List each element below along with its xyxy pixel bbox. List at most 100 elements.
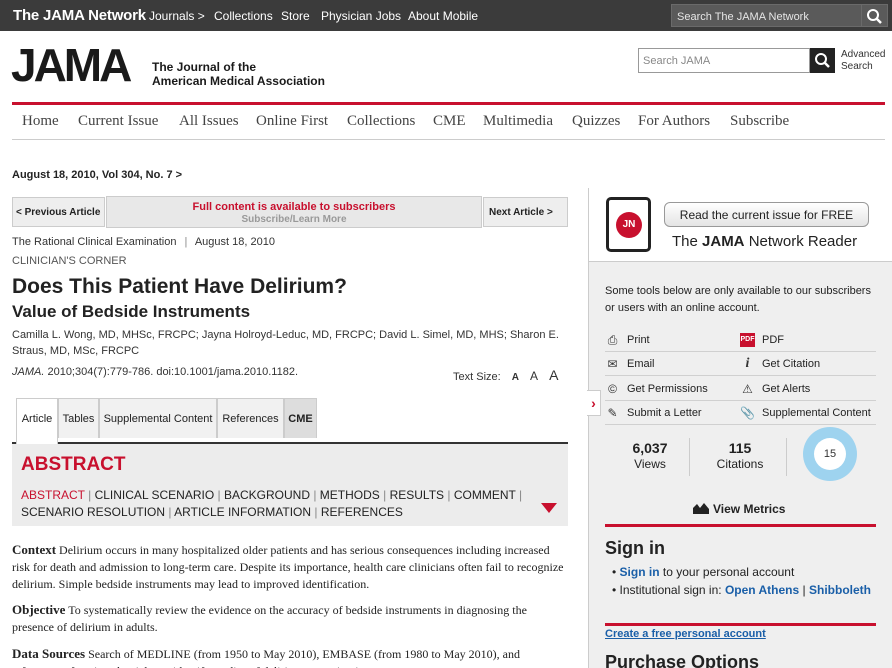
email-icon: ✉ <box>607 357 618 371</box>
create-account-link[interactable]: Create a free personal account <box>605 628 766 640</box>
institutional-label: Institutional sign in: <box>619 583 725 597</box>
tool-get-citation-label: Get Citation <box>762 358 821 370</box>
altmetric-score: 15 <box>814 438 846 470</box>
nav-current-issue[interactable]: Current Issue <box>78 113 158 130</box>
jama-search-button[interactable] <box>810 48 835 73</box>
data-sources-text: Search of MEDLINE (from 1950 to May 2010… <box>12 647 520 668</box>
collapse-arrow-icon[interactable] <box>541 503 557 513</box>
citation-journal: JAMA. <box>12 366 45 378</box>
nav-collections[interactable]: Collections <box>214 9 273 23</box>
nav-collections-main[interactable]: Collections <box>347 113 415 130</box>
nav-home[interactable]: Home <box>22 113 59 130</box>
objective-label: Objective <box>12 602 66 617</box>
advanced-search-link[interactable]: Advanced Search <box>841 49 885 73</box>
bullet: • <box>612 565 620 579</box>
signin-rest: to your personal account <box>659 565 795 579</box>
context-text: Delirium occurs in many hospitalized old… <box>12 543 564 591</box>
tool-email-label: Email <box>627 358 655 370</box>
text-size-label: Text Size: <box>453 371 501 383</box>
nav-cme[interactable]: CME <box>433 113 466 130</box>
view-metrics-label: View Metrics <box>713 502 786 516</box>
tools-note: Some tools below are only available to o… <box>605 285 871 314</box>
nav-journals[interactable]: Journals > <box>149 9 205 23</box>
info-icon: i <box>745 356 750 371</box>
context-label: Context <box>12 542 57 557</box>
text-size-medium[interactable]: A <box>530 369 538 383</box>
nav-subscribe[interactable]: Subscribe <box>730 113 789 130</box>
signin-link[interactable]: Sign in <box>620 565 660 579</box>
jama-logo[interactable]: JAMA <box>11 42 132 88</box>
network-brand-link[interactable]: The JAMA Network <box>13 7 146 24</box>
article-category: Clinician's Corner <box>12 255 127 267</box>
issue-link[interactable]: August 18, 2010, Vol 304, No. 7 > <box>12 169 182 181</box>
network-search-input[interactable]: Search The JAMA Network <box>671 4 862 27</box>
sidebar-divider <box>605 524 876 527</box>
tab-article[interactable]: Article <box>16 398 58 444</box>
read-current-issue-button[interactable]: Read the current issue for FREE <box>664 202 869 227</box>
view-metrics-link[interactable]: View Metrics <box>693 502 785 516</box>
nav-store[interactable]: Store <box>281 9 310 23</box>
subscriber-notice[interactable]: Full content is available to subscribers… <box>106 196 482 228</box>
section-link-results[interactable]: RESULTS <box>390 488 444 502</box>
section-link-references[interactable]: REFERENCES <box>321 505 403 519</box>
data-sources-paragraph: Data Sources Search of MEDLINE (from 195… <box>12 645 569 668</box>
nav-quizzes[interactable]: Quizzes <box>572 113 620 130</box>
article-meta: The Rational Clinical Examination | Augu… <box>12 236 275 248</box>
section-link-background[interactable]: BACKGROUND <box>224 488 310 502</box>
shibboleth-link[interactable]: Shibboleth <box>809 583 871 597</box>
signin-heading: Sign in <box>605 538 665 558</box>
tool-print-label: Print <box>627 334 650 346</box>
nav-multimedia[interactable]: Multimedia <box>483 113 553 130</box>
article-subtitle: Value of Bedside Instruments <box>12 302 251 321</box>
abstract-heading: ABSTRACT <box>21 454 126 475</box>
pencil-icon: ✎ <box>607 406 618 420</box>
section-link-abstract[interactable]: ABSTRACT <box>21 488 85 502</box>
tool-get-alerts-label: Get Alerts <box>762 383 811 395</box>
jama-search-input[interactable]: Search JAMA <box>638 48 810 73</box>
context-paragraph: Context Delirium occurs in many hospital… <box>12 541 569 593</box>
tool-divider <box>605 351 876 352</box>
section-link-comment[interactable]: COMMENT <box>454 488 516 502</box>
tab-supplemental-content[interactable]: Supplemental Content <box>99 398 217 438</box>
tab-tables[interactable]: Tables <box>58 398 99 438</box>
section-link-scenario-resolution[interactable]: SCENARIO RESOLUTION <box>21 505 165 519</box>
tool-divider <box>605 375 876 376</box>
citation-details: 2010;304(7):779-786. doi:10.1001/jama.20… <box>44 366 299 378</box>
article-title: Does This Patient Have Delirium? <box>12 275 347 298</box>
text-size-large[interactable]: A <box>549 367 558 383</box>
section-links: ABSTRACT | CLINICAL SCENARIO | BACKGROUN… <box>21 488 523 519</box>
citations-count: 115 <box>728 440 752 456</box>
main-nav: Home Current Issue All Issues Online Fir… <box>12 105 885 140</box>
article-section[interactable]: The Rational Clinical Examination <box>12 236 176 248</box>
next-article-button[interactable]: Next Article > <box>483 197 568 227</box>
network-search-button[interactable] <box>862 4 888 27</box>
section-link-article-information[interactable]: ARTICLE INFORMATION <box>174 505 311 519</box>
article-tabs: Article Tables Supplemental Content Refe… <box>12 398 568 444</box>
article-date: August 18, 2010 <box>194 236 275 248</box>
article-authors: Camilla L. Wong, MD, MHSc, FRCPC; Jayna … <box>12 329 559 357</box>
section-link-clinical-scenario[interactable]: CLINICAL SCENARIO <box>95 488 215 502</box>
nav-for-authors[interactable]: For Authors <box>638 113 710 130</box>
section-link-methods[interactable]: METHODS <box>320 488 380 502</box>
nav-physician-jobs[interactable]: Physician Jobs <box>321 9 401 23</box>
subscribe-learn-more-link[interactable]: Subscribe/Learn More <box>107 214 481 225</box>
signin-row: • Sign in to your personal account <box>612 565 794 579</box>
tab-cme[interactable]: CME <box>284 398 317 438</box>
citations-label: Citations <box>716 457 764 471</box>
views-count: 6,037 <box>632 440 668 456</box>
tagline-line-2: American Medical Association <box>152 74 325 88</box>
tool-divider <box>605 400 876 401</box>
tagline-line-1: The Journal of the <box>152 60 257 74</box>
bullet: • <box>612 583 620 597</box>
tab-references[interactable]: References <box>217 398 284 438</box>
article-citation: JAMA. 2010;304(7):779-786. doi:10.1001/j… <box>12 366 298 378</box>
nav-all-issues[interactable]: All Issues <box>179 113 239 130</box>
nav-online-first[interactable]: Online First <box>256 113 328 130</box>
text-size-small[interactable]: A <box>512 372 519 383</box>
copyright-icon: © <box>608 382 617 396</box>
previous-article-button[interactable]: < Previous Article <box>12 197 105 227</box>
chevron-right-icon[interactable]: › <box>587 390 601 416</box>
open-athens-link[interactable]: Open Athens <box>725 583 799 597</box>
nav-about-mobile[interactable]: About Mobile <box>408 9 478 23</box>
objective-text: To systematically review the evidence on… <box>12 603 527 634</box>
